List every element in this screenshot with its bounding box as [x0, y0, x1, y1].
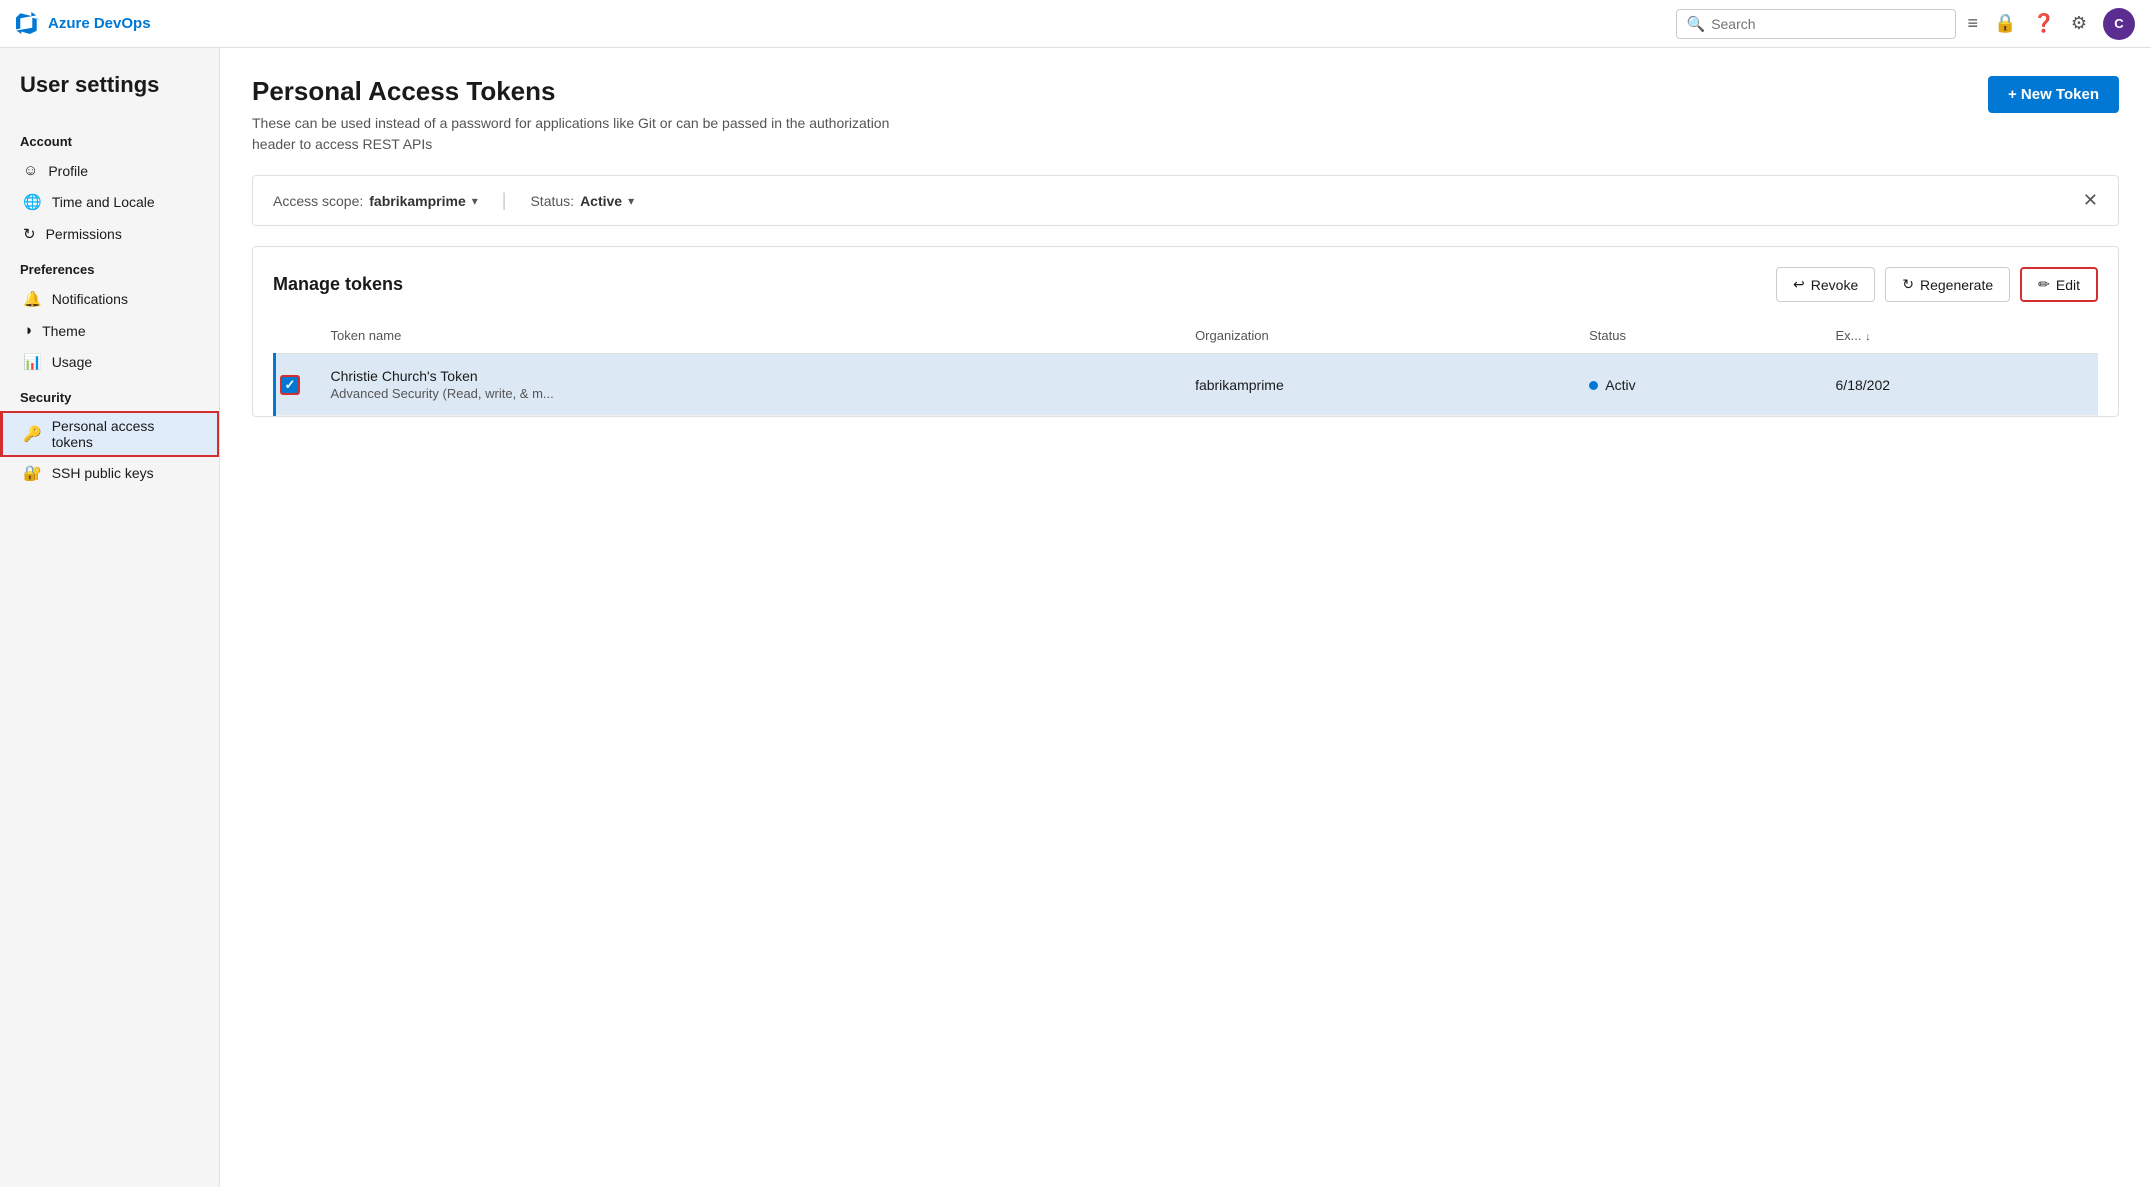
new-token-button[interactable]: + New Token	[1988, 76, 2119, 113]
sidebar-item-ssh-keys[interactable]: 🔐 SSH public keys	[0, 457, 219, 489]
sidebar-item-notifications[interactable]: 🔔 Notifications	[0, 283, 219, 315]
edit-button[interactable]: ✏ Edit	[2020, 267, 2098, 302]
row-token-name: Christie Church's Token Advanced Securit…	[319, 354, 1184, 416]
row-checkbox[interactable]: ✓	[280, 375, 300, 395]
col-token-name: Token name	[319, 318, 1184, 354]
manage-tokens-header: Manage tokens ↩ Revoke ↻ Regenerate ✏ Ed…	[273, 267, 2098, 302]
sidebar-item-time-locale[interactable]: 🌐 Time and Locale	[0, 186, 219, 218]
sidebar-item-usage[interactable]: 📊 Usage	[0, 346, 219, 378]
task-list-icon[interactable]: ≡	[1968, 13, 1979, 34]
token-table: Token name Organization Status Ex... ↓	[273, 318, 2098, 416]
lock-icon[interactable]: 🔒	[1994, 13, 2016, 34]
sidebar-section-security: Security	[0, 378, 219, 411]
usage-icon: 📊	[23, 353, 42, 371]
table-row[interactable]: ✓ Christie Church's Token Advanced Secur…	[275, 354, 2099, 416]
col-status: Status	[1577, 318, 1823, 354]
app-name: Azure DevOps	[48, 15, 151, 32]
revoke-icon: ↩	[1793, 276, 1805, 293]
search-icon: 🔍	[1687, 15, 1706, 33]
sidebar-section-account: Account	[0, 122, 219, 155]
theme-icon: ◑	[23, 322, 32, 339]
filter-separator: |	[502, 190, 507, 211]
permissions-icon: ↻	[23, 225, 36, 243]
status-value: Active	[580, 193, 622, 209]
sidebar-title: User settings	[0, 72, 219, 122]
sidebar: User settings Account ☺ Profile 🌐 Time a…	[0, 48, 220, 1187]
ssh-icon: 🔐	[23, 464, 42, 482]
top-nav: Azure DevOps 🔍 ≡ 🔒 ❓ ⚙ C	[0, 0, 2151, 48]
status-filter[interactable]: Status: Active ▾	[530, 193, 634, 209]
sidebar-section-preferences: Preferences	[0, 250, 219, 283]
pat-icon: 🔑	[23, 425, 42, 443]
page-header: Personal Access Tokens These can be used…	[252, 76, 2119, 155]
main-content: Personal Access Tokens These can be used…	[220, 48, 2151, 1187]
sidebar-item-personal-access-tokens[interactable]: 🔑 Personal access tokens	[0, 411, 219, 457]
manage-actions: ↩ Revoke ↻ Regenerate ✏ Edit	[1776, 267, 2098, 302]
row-organization: fabrikamprime	[1183, 354, 1577, 416]
scope-value: fabrikamprime	[369, 193, 465, 209]
settings-icon[interactable]: ⚙	[2071, 13, 2087, 34]
col-organization: Organization	[1183, 318, 1577, 354]
manage-tokens-title: Manage tokens	[273, 274, 403, 295]
row-checkbox-cell[interactable]: ✓	[275, 354, 319, 416]
filter-bar: Access scope: fabrikamprime ▾ | Status: …	[252, 175, 2119, 226]
regenerate-button[interactable]: ↻ Regenerate	[1885, 267, 2010, 302]
sidebar-item-theme[interactable]: ◑ Theme	[0, 315, 219, 346]
scope-chevron-icon: ▾	[472, 194, 478, 208]
col-expiry[interactable]: Ex... ↓	[1824, 318, 2098, 354]
page-header-text: Personal Access Tokens These can be used…	[252, 76, 892, 155]
checkmark-icon: ✓	[285, 377, 296, 393]
help-icon[interactable]: ❓	[2032, 13, 2054, 34]
row-expiry: 6/18/202	[1824, 354, 2098, 416]
search-input[interactable]	[1711, 16, 1944, 32]
profile-icon: ☺	[23, 162, 38, 179]
sidebar-item-profile[interactable]: ☺ Profile	[0, 155, 219, 186]
col-checkbox	[275, 318, 319, 354]
scope-filter[interactable]: Access scope: fabrikamprime ▾	[273, 193, 478, 209]
avatar[interactable]: C	[2103, 8, 2135, 40]
app-body: User settings Account ☺ Profile 🌐 Time a…	[0, 48, 2151, 1187]
regenerate-icon: ↻	[1902, 276, 1914, 293]
page-description: These can be used instead of a password …	[252, 113, 892, 155]
sidebar-item-permissions[interactable]: ↻ Permissions	[0, 218, 219, 250]
filter-close-icon[interactable]: ✕	[2083, 190, 2098, 211]
globe-icon: 🌐	[23, 193, 42, 211]
edit-icon: ✏	[2038, 276, 2050, 293]
token-table-header: Token name Organization Status Ex... ↓	[275, 318, 2099, 354]
status-chevron-icon: ▾	[628, 194, 634, 208]
token-table-body: ✓ Christie Church's Token Advanced Secur…	[275, 354, 2099, 416]
page-title: Personal Access Tokens	[252, 76, 892, 107]
scope-label: Access scope:	[273, 193, 363, 209]
search-box[interactable]: 🔍	[1676, 9, 1956, 39]
revoke-button[interactable]: ↩ Revoke	[1776, 267, 1875, 302]
sort-icon: ↓	[1865, 331, 1871, 343]
status-label: Status:	[530, 193, 574, 209]
row-status: Activ	[1577, 354, 1823, 416]
app-logo[interactable]: Azure DevOps	[16, 12, 151, 36]
notifications-icon: 🔔	[23, 290, 42, 308]
status-dot-icon	[1589, 381, 1598, 390]
azure-devops-logo-icon	[16, 12, 40, 36]
manage-tokens-section: Manage tokens ↩ Revoke ↻ Regenerate ✏ Ed…	[252, 246, 2119, 417]
nav-icons: ≡ 🔒 ❓ ⚙ C	[1968, 8, 2136, 40]
